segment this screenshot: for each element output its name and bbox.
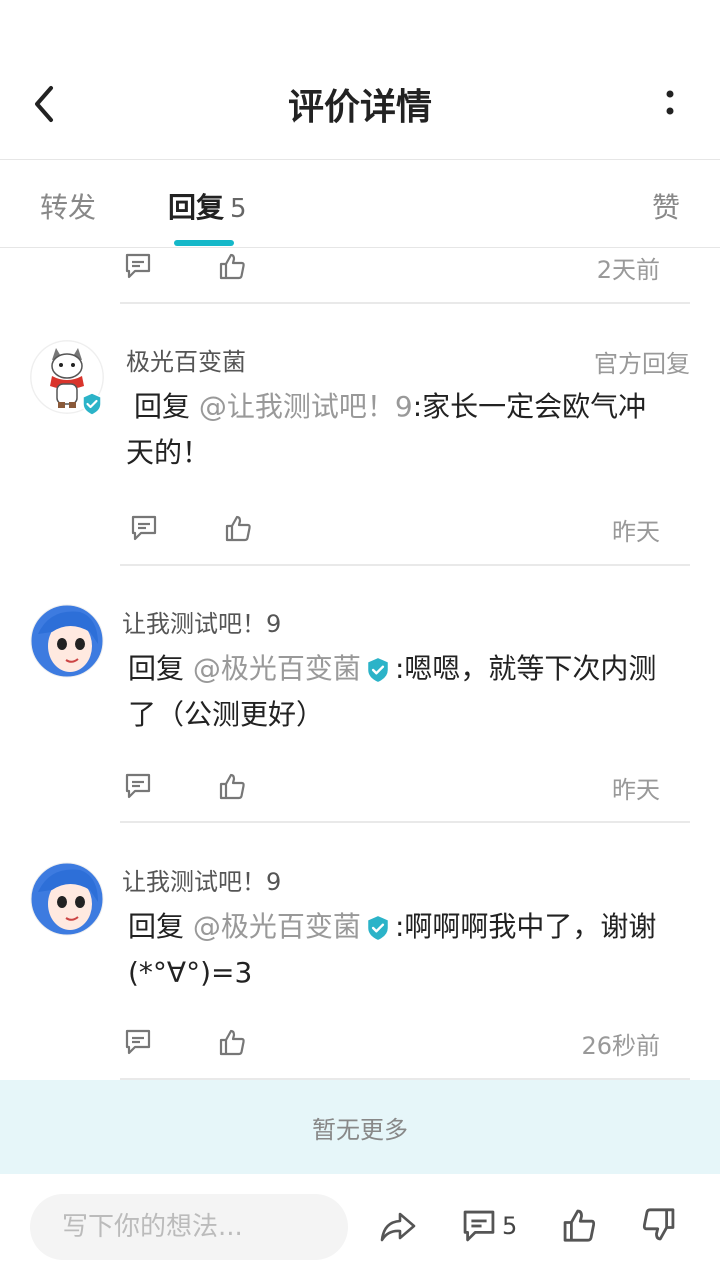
divider xyxy=(120,302,690,304)
comment-button[interactable] xyxy=(120,1024,156,1060)
thumbs-up-icon xyxy=(219,773,245,800)
reply-time: 昨天 xyxy=(612,518,660,546)
verified-badge-icon xyxy=(368,658,388,682)
page-title: 评价详情 xyxy=(287,87,432,128)
verified-badge-icon xyxy=(368,916,388,940)
reply-content: 回复 @让我测试吧！9:家长一定会欧气冲天的！ xyxy=(126,384,660,476)
tab-reply-count: 5 xyxy=(230,194,247,224)
like-button[interactable] xyxy=(214,768,250,804)
reply-actions: 2天前 xyxy=(120,248,660,304)
verified-badge-icon xyxy=(82,392,102,416)
avatar[interactable] xyxy=(30,862,104,936)
reply-content: 回复 @极光百变菌:嗯嗯，就等下次内测了（公测更好） xyxy=(128,646,680,738)
comment-icon xyxy=(463,1210,495,1242)
comment-icon xyxy=(125,773,151,799)
more-options-button[interactable] xyxy=(650,84,690,124)
avatar[interactable] xyxy=(30,340,104,416)
more-vertical-icon xyxy=(666,90,674,115)
like-button[interactable] xyxy=(560,1206,600,1246)
reply-prefix: 回复 xyxy=(134,390,191,423)
comment-count-button[interactable]: 5 xyxy=(460,1206,517,1246)
tab-like[interactable]: 赞 xyxy=(652,186,680,226)
reply-time: 2天前 xyxy=(596,256,660,284)
reply-prefix: 回复 xyxy=(128,652,185,685)
comment-count: 5 xyxy=(502,1212,518,1240)
tab-reply-label: 回复 xyxy=(168,191,225,224)
comment-button[interactable] xyxy=(120,768,156,804)
like-button[interactable] xyxy=(220,510,256,546)
divider xyxy=(120,821,690,823)
like-button[interactable] xyxy=(214,248,250,284)
thumbs-down-icon xyxy=(642,1208,675,1241)
mention-link[interactable]: @让我测试吧！9 xyxy=(199,390,413,423)
thumbs-up-icon xyxy=(219,253,245,280)
top-bar: 评价详情 xyxy=(0,0,720,160)
reply-actions: 昨天 xyxy=(120,768,660,824)
divider xyxy=(120,564,690,566)
comment-input[interactable]: 写下你的想法... xyxy=(30,1194,348,1260)
tab-bar: 转发 回复 5 赞 xyxy=(0,160,720,248)
dislike-button[interactable] xyxy=(640,1206,680,1246)
comment-icon xyxy=(125,1029,151,1055)
comment-button[interactable] xyxy=(120,248,156,284)
anime-avatar-icon xyxy=(30,604,104,678)
reply-actions: 26秒前 xyxy=(120,1024,660,1080)
avatar[interactable] xyxy=(30,604,104,678)
no-more-label: 暂无更多 xyxy=(0,1080,720,1174)
thumbs-up-icon xyxy=(225,515,251,542)
mention-link[interactable]: @极光百变菌 xyxy=(193,910,361,943)
reply-time: 26秒前 xyxy=(581,1032,660,1060)
share-icon xyxy=(380,1212,416,1242)
tab-forward[interactable]: 转发 xyxy=(40,186,96,226)
thumbs-up-icon xyxy=(563,1209,596,1242)
mention-link[interactable]: @极光百变菌 xyxy=(193,652,361,685)
share-button[interactable] xyxy=(378,1206,418,1246)
tab-active-indicator xyxy=(174,240,234,246)
thumbs-up-icon xyxy=(219,1029,245,1056)
tab-reply[interactable]: 回复 5 xyxy=(168,186,247,226)
comment-icon xyxy=(125,253,151,279)
reply-time: 昨天 xyxy=(612,776,660,804)
reply-prefix: 回复 xyxy=(128,910,185,943)
reply-content: 回复 @极光百变菌:啊啊啊我中了，谢谢(*°∀°)=3 xyxy=(128,904,680,996)
anime-avatar-icon xyxy=(30,862,104,936)
like-button[interactable] xyxy=(214,1024,250,1060)
reply-author[interactable]: 极光百变菌 xyxy=(126,342,246,377)
reply-author[interactable]: 让我测试吧！9 xyxy=(122,604,281,639)
comment-icon xyxy=(131,515,157,541)
reply-actions: 昨天 xyxy=(126,510,660,566)
reply-author[interactable]: 让我测试吧！9 xyxy=(122,862,281,897)
comment-button[interactable] xyxy=(126,510,162,546)
bottom-action-bar: 写下你的想法... 5 xyxy=(0,1174,720,1280)
official-reply-label: 官方回复 xyxy=(594,350,690,378)
